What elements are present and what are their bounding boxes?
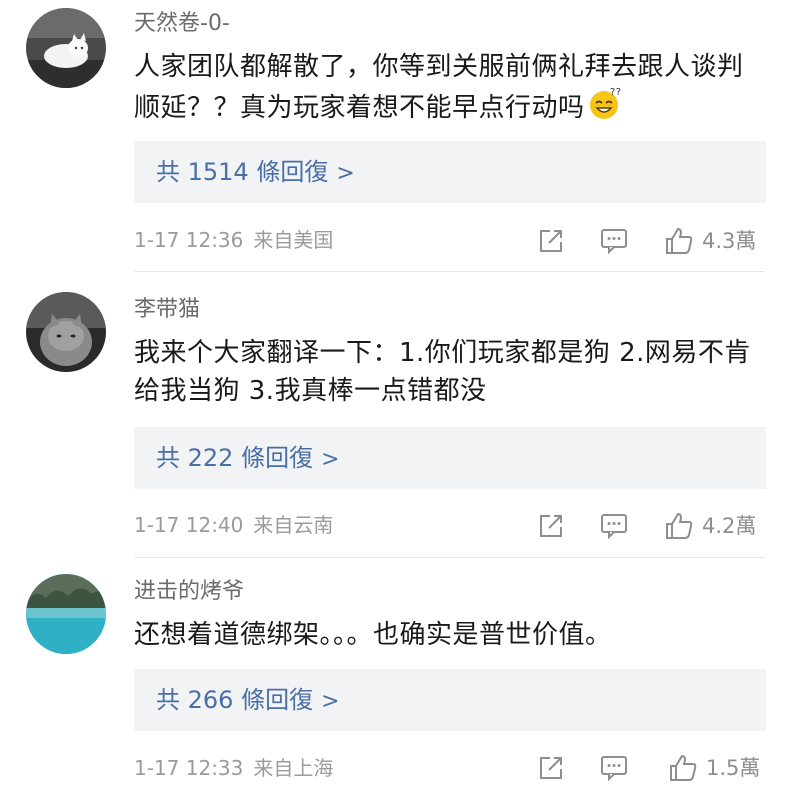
share-icon[interactable] [538, 228, 564, 254]
share-icon[interactable] [538, 755, 564, 781]
comment-actions: 4.2萬 [0, 509, 791, 543]
username[interactable]: 天然卷-0- [134, 10, 230, 38]
username[interactable]: 李带猫 [134, 296, 200, 324]
share-icon[interactable] [538, 513, 564, 539]
chevron-right-icon: > [321, 447, 340, 472]
comment-icon[interactable] [600, 513, 628, 539]
like-count: 4.2萬 [702, 514, 757, 538]
replies-label: 共 222 條回復 [156, 444, 314, 472]
comment-icon[interactable] [600, 755, 628, 781]
grey-cat-avatar-icon [26, 292, 106, 372]
thumbs-up-icon[interactable] [664, 511, 694, 541]
comment-text: 人家团队都解散了，你等到关服前俩礼拜去跟人谈判顺延？？真为玩家着想不能早点行动吗… [134, 48, 754, 131]
lake-landscape-avatar-icon [26, 574, 106, 654]
view-replies-button[interactable]: 共 1514 條回復 > [134, 141, 766, 203]
comment-text-content: 人家团队都解散了，你等到关服前俩礼拜去跟人谈判顺延？？真为玩家着想不能早点行动吗 [134, 52, 744, 123]
avatar[interactable] [26, 292, 106, 372]
chevron-right-icon: > [321, 689, 340, 714]
replies-label: 共 266 條回復 [156, 686, 314, 714]
comment-text: 我来个大家翻译一下：1.你们玩家都是狗 2.网易不肯给我当狗 3.我真棒一点错都… [134, 338, 751, 406]
like-count: 4.3萬 [702, 229, 757, 253]
thumbs-up-icon[interactable] [668, 753, 698, 783]
comment-actions: 1.5萬 [0, 751, 791, 785]
comment-actions: 4.3萬 [0, 224, 791, 258]
thumbs-up-icon[interactable] [664, 226, 694, 256]
username[interactable]: 进击的烤爷 [134, 578, 244, 606]
divider [134, 557, 765, 558]
comment-text: 还想着道德绑架。。。也确实是普世价值。 [134, 620, 612, 650]
comment-icon[interactable] [600, 228, 628, 254]
replies-label: 共 1514 條回復 [156, 158, 329, 186]
divider [134, 271, 765, 272]
view-replies-button[interactable]: 共 222 條回復 > [134, 427, 766, 489]
like-count: 1.5萬 [706, 756, 761, 780]
chevron-right-icon: > [336, 161, 355, 186]
avatar[interactable] [26, 8, 106, 88]
view-replies-button[interactable]: 共 266 條回復 > [134, 669, 766, 731]
sweat-smile-icon: ?? [587, 86, 621, 131]
white-cat-avatar-icon [26, 8, 106, 88]
avatar[interactable] [26, 574, 106, 654]
svg-text:??: ?? [610, 87, 621, 98]
